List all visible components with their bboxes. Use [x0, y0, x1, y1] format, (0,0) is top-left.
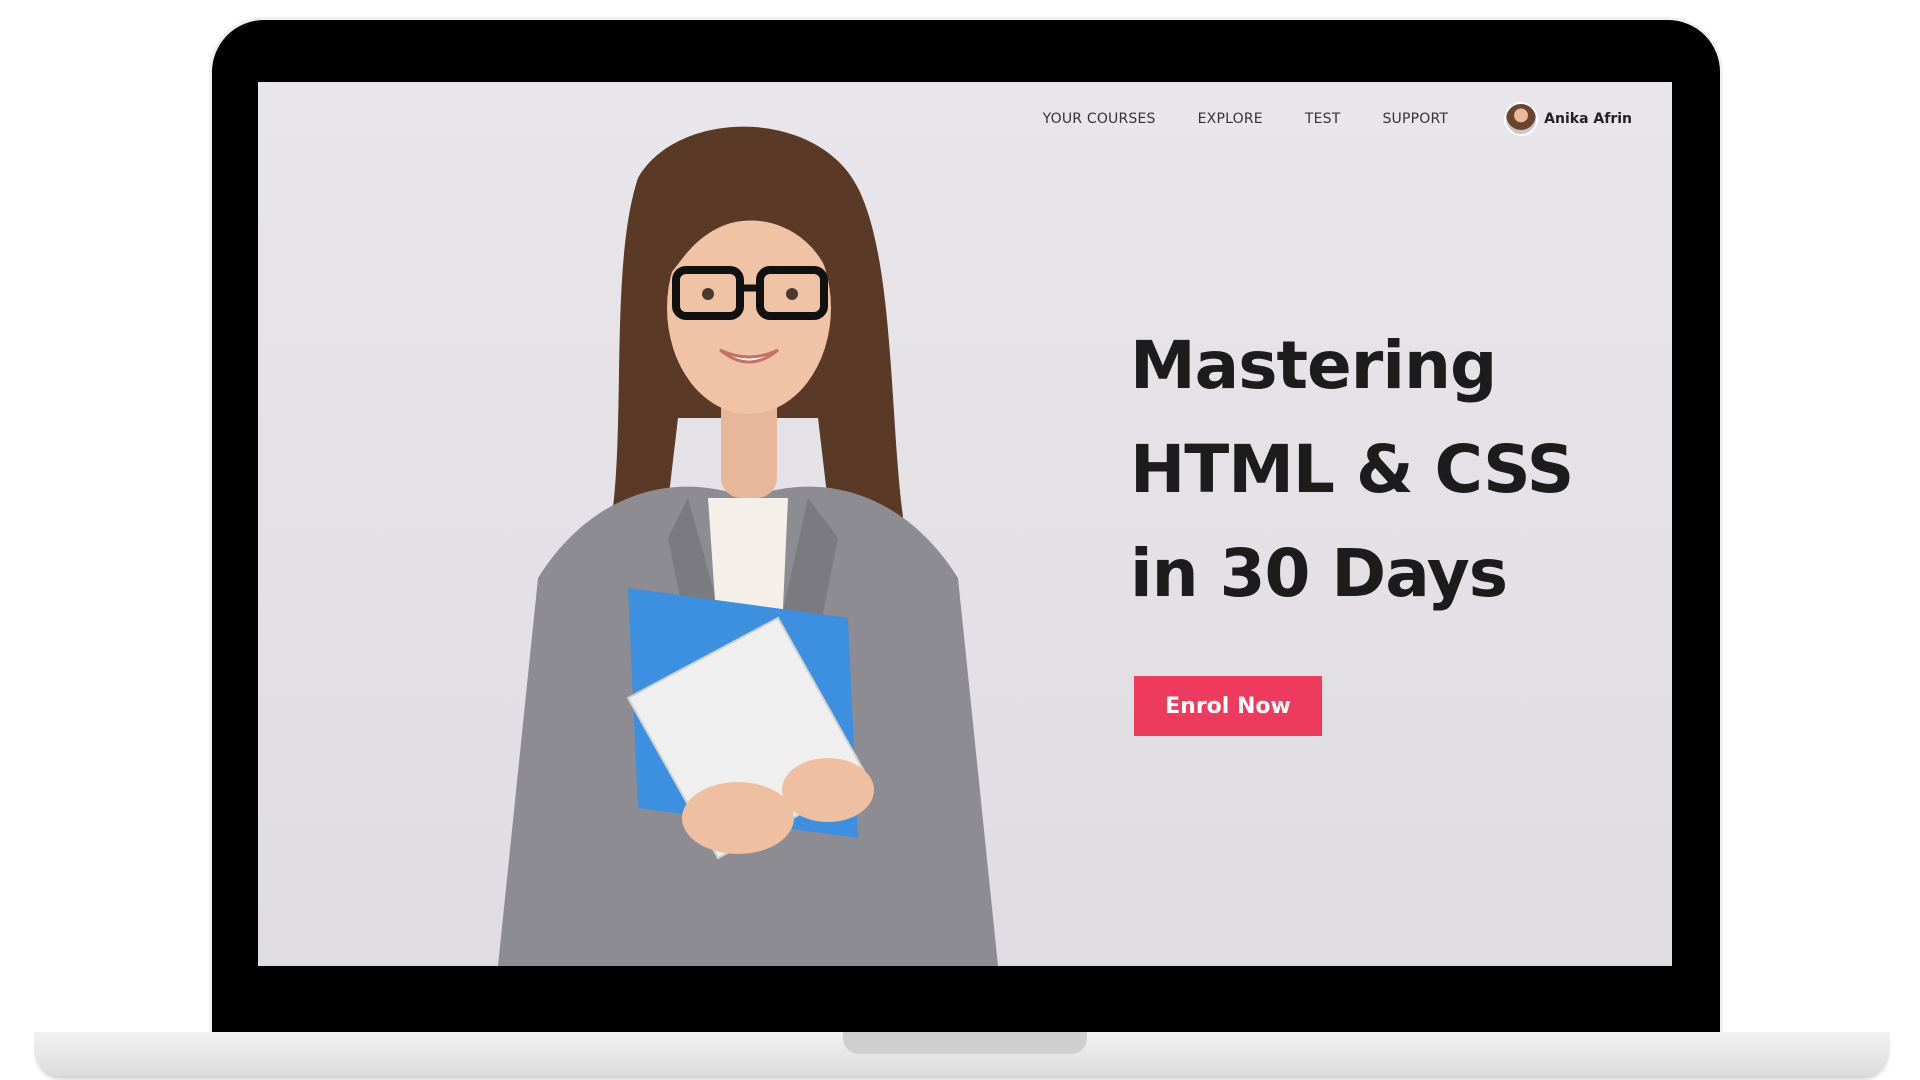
nav-link-explore[interactable]: EXPLORE [1198, 111, 1263, 127]
left-hand-shape [682, 782, 794, 854]
hero-title-line-3: in 30 Days [1130, 535, 1508, 612]
nav-link-support[interactable]: SUPPORT [1382, 111, 1448, 127]
laptop-screen: YOUR COURSES EXPLORE TEST SUPPORT Anika … [258, 82, 1672, 966]
user-name: Anika Afrin [1544, 111, 1632, 127]
hero-student-photo [498, 126, 998, 966]
left-eye [702, 288, 714, 300]
user-avatar-icon [1504, 102, 1539, 136]
right-hand-shape [782, 758, 874, 822]
nav-link-test[interactable]: TEST [1305, 111, 1341, 127]
top-navigation: YOUR COURSES EXPLORE TEST SUPPORT Anika … [1043, 100, 1632, 138]
hero-title-line-2: HTML & CSS [1130, 431, 1574, 508]
enrol-now-button[interactable]: Enrol Now [1134, 676, 1322, 736]
hero-title-line-1: Mastering [1130, 327, 1497, 404]
hero-title: Mastering HTML & CSS in 30 Days [1130, 314, 1650, 626]
user-menu[interactable]: Anika Afrin [1504, 102, 1632, 136]
right-eye [786, 288, 798, 300]
laptop-notch [843, 1032, 1087, 1054]
